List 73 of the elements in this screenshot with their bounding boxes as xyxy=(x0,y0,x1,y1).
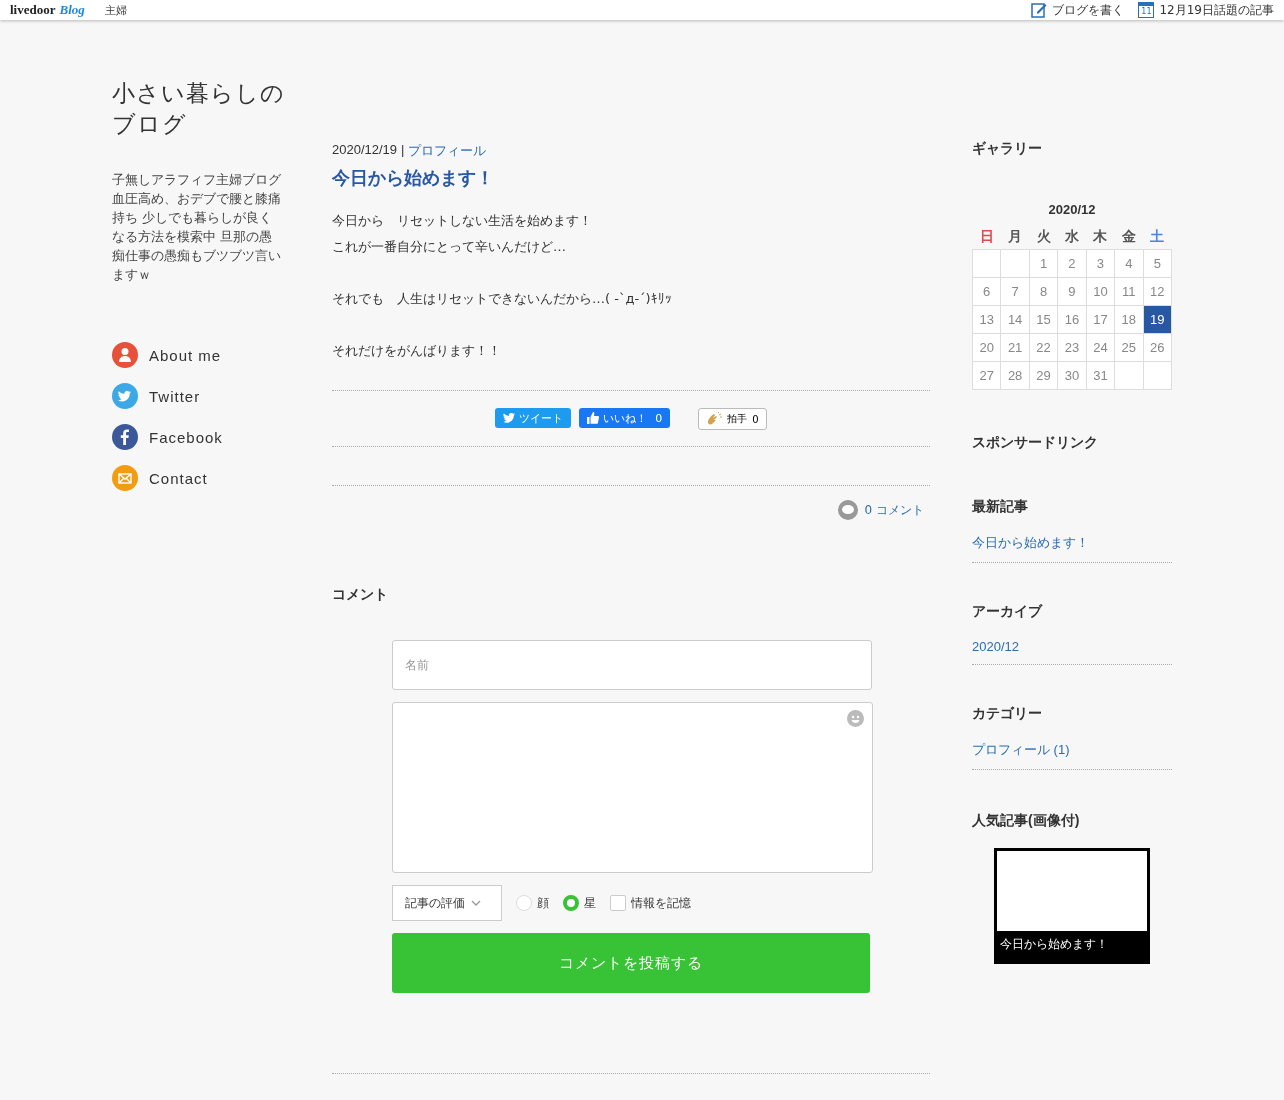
social-link[interactable]: Contact xyxy=(112,465,292,491)
social-link[interactable]: About me xyxy=(112,342,292,368)
top-link[interactable]: ブログを書く xyxy=(1031,1,1125,19)
widget-heading: アーカイブ xyxy=(972,602,1044,621)
weekday-label: 火 xyxy=(1036,227,1051,244)
name-field[interactable]: 名前 xyxy=(392,640,872,690)
weekday-label: 水 xyxy=(1064,227,1079,244)
weekday-label: 木 xyxy=(1093,227,1108,244)
popular-post-card[interactable]: 今日から始めます！ xyxy=(994,847,1150,964)
logo[interactable]: livedoor xyxy=(10,2,56,18)
logo-sub[interactable]: Blog xyxy=(59,2,85,18)
calendar-day[interactable]: 4 xyxy=(1114,249,1144,277)
post-text-line: それだけをがんばります！！ xyxy=(332,342,502,360)
social-link[interactable]: Twitter xyxy=(112,383,292,409)
category-link[interactable]: プロフィール xyxy=(408,142,487,160)
post-text-line: 今日から リセットしない生活を始めます！ xyxy=(332,212,593,230)
social-label[interactable]: Twitter xyxy=(149,387,201,405)
thumbs-up-icon xyxy=(587,412,600,424)
weekday-label: 金 xyxy=(1121,227,1136,244)
top-link[interactable]: 11 12月19日話題の記事 xyxy=(1138,1,1274,19)
clap-button[interactable]: 拍手 0 xyxy=(698,408,767,430)
post-text-line: これが一番自分にとって辛いんだけど… xyxy=(332,238,567,256)
calendar-month: 2020/12 xyxy=(1047,202,1097,217)
post-title[interactable]: 今日から始めます！ xyxy=(332,166,930,190)
social-link[interactable]: Facebook xyxy=(112,424,292,450)
post-date: 2020/12/19 xyxy=(332,142,398,159)
social-label[interactable]: Contact xyxy=(149,469,208,487)
widget-heading: 人気記事(画像付) xyxy=(972,811,1081,830)
blog-description: 子無しアラフィフ主婦ブログ血圧高め、おデブで腰と膝痛持ち 少しでも暮らしが良くなる方法を模索中 旦那の愚痴仕事の愚痴もブツブツ言いますｗ xyxy=(112,171,282,284)
submit-button[interactable]: コメントを投稿する xyxy=(392,933,870,993)
checkbox[interactable] xyxy=(610,895,626,911)
calendar-day[interactable]: 2 xyxy=(1057,249,1087,277)
widget-heading: カテゴリー xyxy=(972,704,1043,723)
calendar-day[interactable]: 5 xyxy=(1143,249,1172,277)
category-link[interactable]: 主婦 xyxy=(104,2,127,18)
calendar-day[interactable]: 1 xyxy=(1029,249,1058,277)
tweet-button[interactable]: ツイート xyxy=(495,408,572,428)
comment-textarea[interactable] xyxy=(392,702,873,873)
like-button[interactable]: いいね！ 0 xyxy=(579,408,671,428)
calendar-day[interactable]: 27 xyxy=(972,361,1001,389)
weekday-label: 土 xyxy=(1150,227,1165,244)
calendar-day[interactable]: 3 xyxy=(1086,249,1115,277)
weekday-label: 月 xyxy=(1008,227,1023,244)
blog-title[interactable]: 小さい暮らしのブログ xyxy=(112,78,292,140)
radio-label[interactable]: 星 xyxy=(584,894,596,912)
calendar-day[interactable]: 13 xyxy=(972,305,1001,333)
clapping-hands-icon xyxy=(706,412,723,426)
smiley-icon[interactable] xyxy=(847,710,864,727)
popular-post-caption[interactable]: 今日から始めます！ xyxy=(997,930,1147,961)
radio-button[interactable] xyxy=(563,895,579,911)
comment-count-link[interactable]: 0 コメント xyxy=(864,501,924,519)
sidebar-link[interactable]: 2020/12 xyxy=(972,638,1019,654)
weekday-label: 日 xyxy=(979,227,994,244)
widget-heading: スポンサードリンク xyxy=(972,433,1099,452)
widget-heading: ギャラリー xyxy=(972,140,1043,158)
speech-bubble-icon xyxy=(837,500,858,520)
social-label[interactable]: Facebook xyxy=(149,428,223,446)
rating-select[interactable]: 記事の評価 xyxy=(392,885,502,921)
calendar-day[interactable]: 6 xyxy=(972,277,1001,305)
social-label[interactable]: About me xyxy=(149,346,222,364)
checkbox-label[interactable]: 情報を記憶 xyxy=(631,894,691,912)
bird-icon xyxy=(503,413,516,423)
comment-heading: コメント xyxy=(332,586,389,604)
calendar-icon: 11 xyxy=(1138,2,1155,18)
chevron-down-icon xyxy=(471,900,481,906)
edit-icon xyxy=(1031,2,1048,18)
separator: | xyxy=(401,142,405,159)
sidebar-link[interactable]: 今日から始めます！ xyxy=(972,534,1089,550)
radio-label[interactable]: 顔 xyxy=(537,894,549,912)
calendar-day[interactable]: 20 xyxy=(972,333,1001,361)
widget-heading: 最新記事 xyxy=(972,497,1029,516)
sidebar-link[interactable]: プロフィール (1) xyxy=(972,741,1070,757)
post-text-line: それでも 人生はリセットできないんだから…( -`д-´)ｷﾘｯ xyxy=(332,290,673,308)
